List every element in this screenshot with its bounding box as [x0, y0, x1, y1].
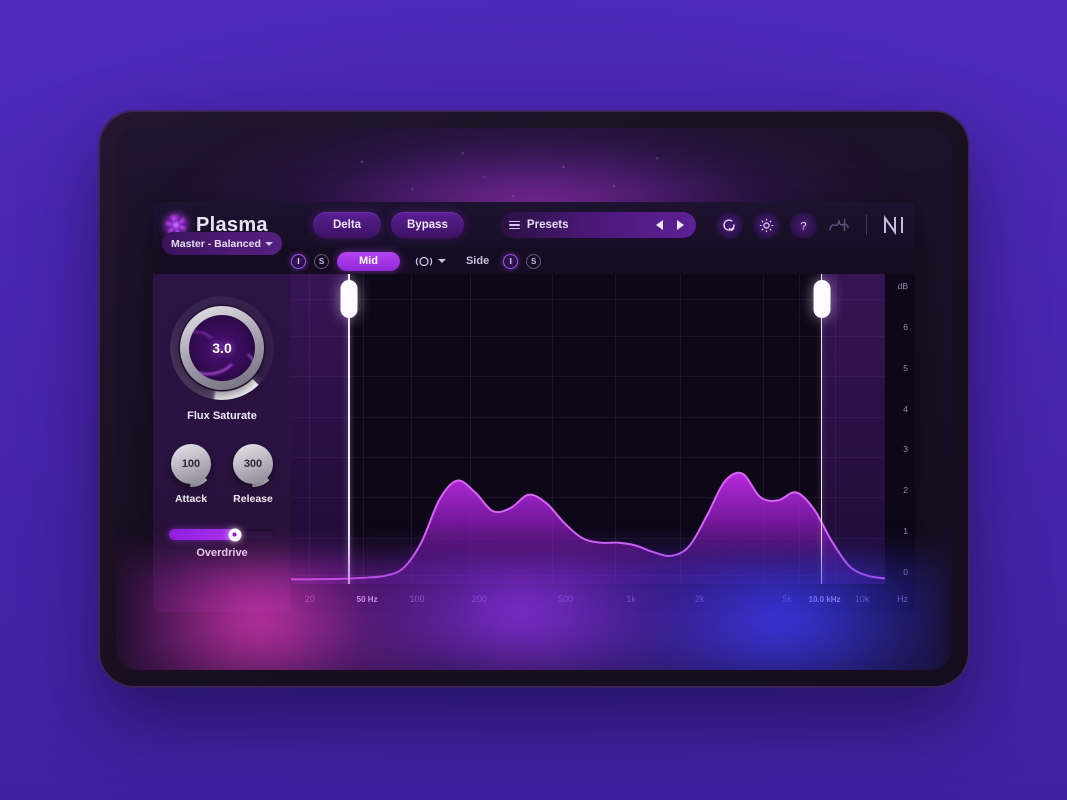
- triangle-right-icon: [677, 220, 685, 230]
- tablet-screen: Plasma Delta Bypass Presets ? I S Mid Si…: [116, 128, 952, 670]
- db-tick: 1: [903, 525, 908, 536]
- delta-button[interactable]: Delta: [313, 212, 381, 238]
- question-mark-icon: ?: [800, 220, 806, 232]
- frequency-band-marker: 50 Hz: [356, 595, 378, 604]
- release-control: 300 Release: [230, 441, 276, 505]
- frequency-tick: 2k: [694, 594, 705, 604]
- knob-body: 3.0: [180, 306, 264, 390]
- gear-icon: [759, 218, 774, 232]
- attack-label: Attack: [174, 493, 208, 505]
- channel-mode-controls: I S Mid Side I S: [291, 251, 542, 271]
- release-label: Release: [233, 493, 273, 505]
- mid-tab[interactable]: Mid: [337, 251, 400, 271]
- presets-selector[interactable]: Presets: [499, 212, 696, 238]
- frequency-tick: 1k: [626, 594, 636, 604]
- release-value: 300: [243, 458, 263, 470]
- triangle-left-icon: [656, 220, 664, 230]
- chevron-down-icon: [437, 259, 446, 263]
- attack-value: 100: [181, 458, 201, 470]
- undo-button[interactable]: [715, 211, 743, 239]
- overdrive-slider-fill: [169, 529, 235, 540]
- frequency-tick: 100: [409, 594, 425, 604]
- preset-prev-button[interactable]: [653, 218, 667, 232]
- frequency-tick: 200: [471, 594, 487, 604]
- frequency-band-marker: 10.0 kHz: [808, 595, 841, 604]
- side-tab[interactable]: Side: [460, 255, 495, 267]
- flux-saturate-value: 3.0: [212, 340, 232, 356]
- high-band-grip[interactable]: [813, 280, 831, 318]
- mid-mute-badge[interactable]: I: [291, 253, 306, 269]
- flux-saturate-label: Flux Saturate: [187, 410, 257, 422]
- bypass-button[interactable]: Bypass: [391, 212, 464, 238]
- waveform-squiggle-icon: [828, 218, 849, 232]
- controls-panel: Master - Balanced 3.0 Flux Saturate 100 …: [153, 232, 291, 612]
- circular-arrow-icon: [723, 219, 736, 232]
- side-mute-badge[interactable]: I: [503, 253, 519, 269]
- svg-text:?: ?: [800, 220, 806, 232]
- frequency-tick: 500: [558, 594, 574, 604]
- small-knobs-row: 100 Attack 300 Release: [168, 441, 276, 505]
- db-axis: dB 6 5 4 3 2 1 0: [885, 274, 915, 584]
- mid-solo-badge[interactable]: S: [314, 253, 329, 269]
- attack-control: 100 Attack: [168, 441, 214, 505]
- frequency-unit-label: Hz: [897, 594, 908, 604]
- release-knob[interactable]: 300: [230, 441, 276, 487]
- knob-face: 3.0: [189, 315, 255, 381]
- low-band-handle[interactable]: [340, 274, 358, 584]
- overdrive-control: Overdrive: [169, 528, 275, 559]
- frequency-tick: 10k: [854, 594, 870, 604]
- db-tick: dB: [897, 281, 908, 292]
- plasma-plugin-window: Plasma Delta Bypass Presets ? I S Mid Si…: [153, 202, 915, 612]
- attack-knob-body: 100: [171, 444, 211, 484]
- spectrum-plot[interactable]: [291, 274, 885, 584]
- overdrive-slider[interactable]: [169, 528, 275, 541]
- stereo-mode-selector[interactable]: [414, 255, 446, 268]
- settings-button[interactable]: [752, 211, 780, 239]
- preset-category-dropdown[interactable]: Master - Balanced: [162, 232, 282, 255]
- release-knob-body: 300: [233, 444, 273, 484]
- overdrive-slider-thumb[interactable]: [228, 528, 242, 541]
- spectrum-analyzer[interactable]: dB 6 5 4 3 2 1 0 Hz 20 50 Hz 100 200 500 1k 2k 5k 10.0 …: [291, 274, 915, 612]
- overdrive-label: Overdrive: [196, 547, 248, 559]
- side-solo-badge[interactable]: S: [526, 253, 542, 269]
- spectrum-curve: [291, 274, 885, 584]
- preset-next-button[interactable]: [674, 218, 688, 232]
- tablet-device: Plasma Delta Bypass Presets ? I S Mid Si…: [100, 112, 968, 686]
- db-tick: 5: [903, 362, 908, 373]
- list-icon: [508, 220, 520, 230]
- db-tick: 3: [903, 444, 908, 455]
- plugin-body: Master - Balanced 3.0 Flux Saturate 100 …: [153, 232, 915, 612]
- frequency-tick: 20: [304, 594, 315, 604]
- db-tick: 0: [903, 566, 908, 577]
- preset-category-value: Master - Balanced: [171, 237, 261, 250]
- db-tick: 2: [903, 485, 908, 496]
- presets-label: Presets: [526, 219, 569, 231]
- chevron-down-icon: [265, 241, 273, 246]
- stereo-link-icon: [415, 256, 433, 266]
- high-band-handle[interactable]: [813, 274, 831, 584]
- db-tick: 6: [903, 322, 908, 333]
- attack-knob[interactable]: 100: [168, 441, 214, 487]
- help-button[interactable]: ?: [789, 211, 817, 239]
- native-instruments-logo-icon: [883, 215, 903, 235]
- low-band-grip[interactable]: [340, 280, 358, 318]
- flux-saturate-knob[interactable]: 3.0: [170, 296, 274, 400]
- db-tick: 4: [903, 403, 908, 414]
- frequency-axis: Hz 20 50 Hz 100 200 500 1k 2k 5k 10.0 kHz 10k: [291, 584, 915, 612]
- header-divider: [865, 215, 867, 235]
- frequency-tick: 5k: [782, 594, 792, 604]
